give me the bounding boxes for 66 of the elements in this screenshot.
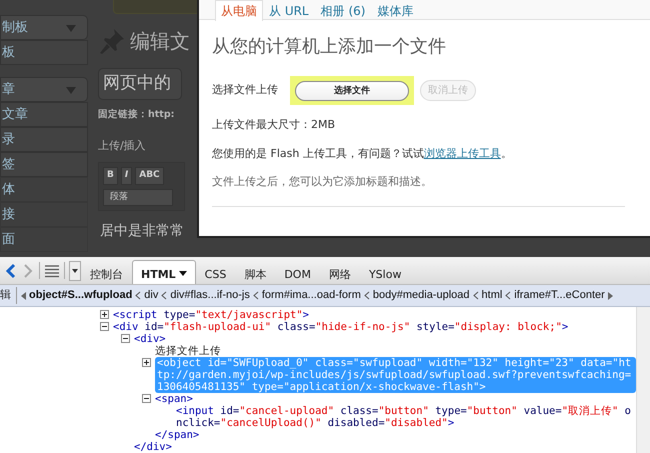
panel-tab[interactable]: 控制台 bbox=[81, 260, 132, 284]
breadcrumb-item[interactable]: div#flas...if-no-js bbox=[170, 287, 250, 304]
menu-item[interactable]: 面 bbox=[0, 227, 88, 252]
panel-tab[interactable]: YSlow bbox=[360, 260, 410, 284]
breadcrumb-item[interactable]: iframe#T...eConter bbox=[514, 287, 605, 304]
html-element-line[interactable]: <script type="text/javascript"> bbox=[113, 309, 309, 321]
menu-item[interactable]: 体 bbox=[0, 177, 88, 202]
panel-tab[interactable]: HTML bbox=[132, 260, 196, 284]
scroll-left-icon bbox=[20, 292, 26, 300]
after-upload-note: 文件上传之后，您可以为它添加标题和描述。 bbox=[212, 174, 433, 190]
menu-item[interactable]: 文章 bbox=[0, 102, 88, 127]
menu-item[interactable]: 接 bbox=[0, 202, 88, 227]
separator-icon bbox=[161, 291, 168, 300]
html-element-line[interactable]: <span> bbox=[155, 393, 193, 405]
html-element-line[interactable]: <div> bbox=[134, 333, 166, 345]
separator-icon bbox=[135, 291, 142, 300]
title-field[interactable]: 网页中的 bbox=[98, 68, 182, 100]
scroll-right-icon bbox=[608, 292, 614, 300]
permalink-label: 固定链接：http: bbox=[98, 108, 176, 122]
panel-tab[interactable]: CSS bbox=[196, 260, 236, 284]
dropdown-button[interactable] bbox=[69, 260, 81, 280]
upload-label: 选择文件上传 bbox=[212, 82, 278, 98]
caret-icon bbox=[65, 22, 77, 32]
caret-icon bbox=[72, 268, 78, 272]
menu-item[interactable]: 录 bbox=[0, 127, 88, 152]
menu-item[interactable]: 签 bbox=[0, 152, 88, 177]
upload-insert-label: 上传/插入 bbox=[98, 138, 147, 154]
format-button[interactable]: I bbox=[120, 167, 132, 185]
menu-item[interactable]: 制板 bbox=[0, 15, 88, 40]
dialog-tab[interactable]: 从 URL bbox=[263, 0, 315, 19]
html-element-line[interactable]: <div id="flash-upload-ui" class="hide-if-no-js" style="display: block;"> bbox=[113, 321, 568, 333]
caret-icon bbox=[65, 84, 77, 94]
panel-tab[interactable]: 脚本 bbox=[235, 260, 276, 284]
breadcrumb-item[interactable]: body#media-upload bbox=[372, 287, 470, 304]
flash-note: 您使用的是 Flash 上传工具，有问题？试试浏览器上传工具。 bbox=[212, 146, 513, 162]
page-heading: 编辑文 bbox=[130, 28, 190, 55]
closing-tag-line[interactable]: </span> bbox=[155, 429, 200, 441]
dialog-tab[interactable]: 媒体库 bbox=[371, 0, 420, 19]
menu-item[interactable]: 章 bbox=[0, 77, 88, 102]
edit-label: 辑 bbox=[0, 287, 17, 304]
text-node[interactable]: 选择文件上传 bbox=[155, 345, 221, 357]
separator-icon bbox=[472, 291, 479, 300]
dialog-heading: 从您的计算机上添加一个文件 bbox=[212, 36, 447, 58]
scrollbar[interactable] bbox=[636, 307, 650, 453]
breadcrumb-item[interactable]: object#S...wfupload bbox=[29, 287, 132, 304]
format-button[interactable]: B bbox=[103, 167, 118, 185]
menu-item[interactable]: 板 bbox=[0, 40, 88, 65]
separator-icon bbox=[364, 291, 370, 300]
panel-tab[interactable]: 网络 bbox=[320, 260, 360, 284]
html-element-line[interactable]: <input id="cancel-upload" class="button" type="button" value="取消上传" onclick="cancelUpload()" disabled="disabled"> bbox=[176, 405, 636, 429]
editor-content: 居中是非常常 bbox=[99, 222, 185, 242]
closing-tag-line[interactable]: </div> bbox=[134, 441, 172, 453]
breadcrumb-item[interactable]: html bbox=[482, 287, 502, 304]
format-select[interactable]: 段落 bbox=[103, 188, 173, 206]
separator-icon bbox=[252, 291, 259, 300]
choose-file-button[interactable]: 选择文件 bbox=[295, 81, 409, 102]
panel-tab[interactable]: DOM bbox=[275, 260, 320, 284]
browser-uploader-link[interactable]: 浏览器上传工具 bbox=[424, 146, 501, 160]
breadcrumb-item[interactable]: form#ima...oad-form bbox=[262, 287, 361, 304]
dialog-tab[interactable]: 从电脑 bbox=[215, 0, 263, 21]
dialog-tab[interactable]: 相册 (6) bbox=[314, 0, 372, 19]
max-size-text: 上传文件最大尺寸：2MB bbox=[212, 117, 336, 134]
menu-icon bbox=[44, 264, 60, 278]
separator-icon bbox=[505, 291, 512, 300]
breadcrumb-item[interactable]: div bbox=[144, 287, 158, 304]
format-button[interactable]: ABC bbox=[135, 167, 164, 185]
